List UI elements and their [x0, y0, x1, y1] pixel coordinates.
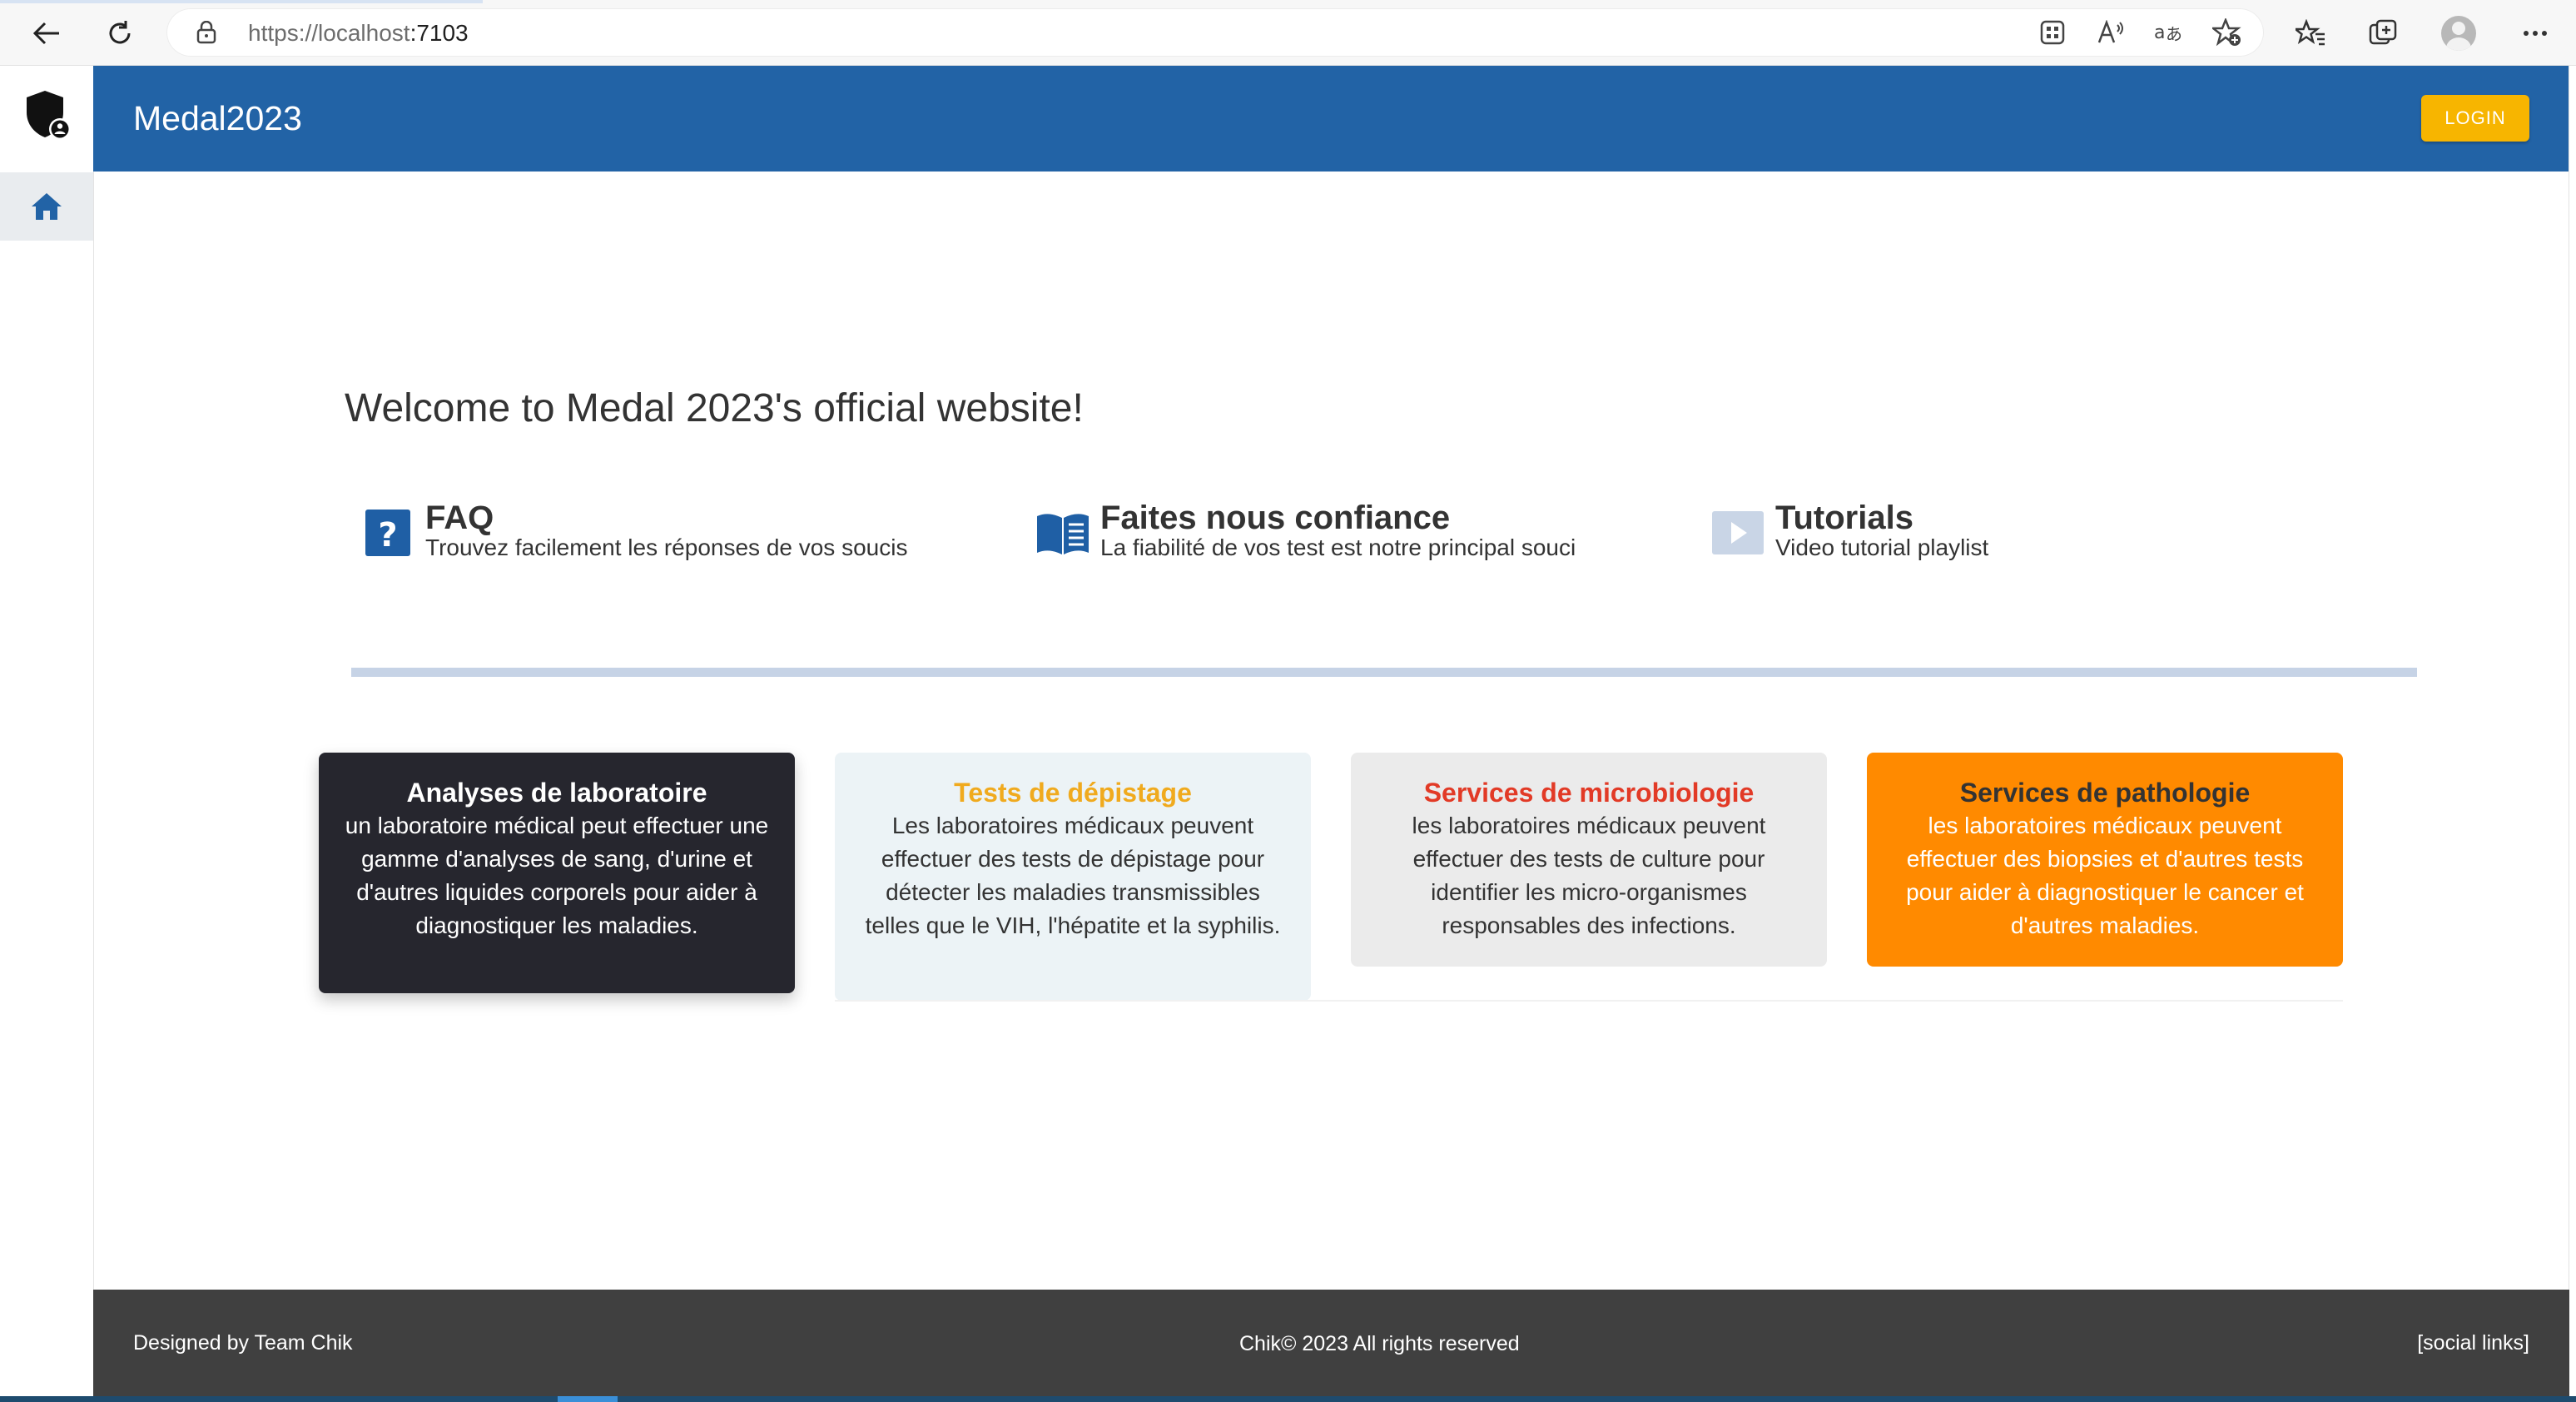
translate-button[interactable]: aあ	[2147, 11, 2191, 54]
question-icon: ?	[365, 510, 410, 556]
add-favorite-button[interactable]	[2206, 11, 2249, 54]
cards-divider	[835, 1000, 2343, 1002]
svg-text:?: ?	[378, 516, 397, 554]
taskbar-strip	[0, 1396, 2576, 1402]
app-header: Medal2023 LOGIN	[93, 66, 2569, 172]
section-divider	[351, 668, 2417, 677]
card-text: les laboratoires médicaux peuvent effect…	[1906, 813, 2304, 938]
more-dots-icon	[2524, 31, 2547, 36]
service-card-screening[interactable]: Tests de dépistage Les laboratoires médi…	[835, 753, 1311, 1001]
card-text: un laboratoire médical peut effectuer un…	[345, 813, 769, 938]
url-port: :7103	[409, 20, 469, 46]
welcome-heading: Welcome to Medal 2023's official website…	[345, 386, 1084, 430]
app-title[interactable]: Medal2023	[133, 99, 302, 138]
svg-text:a: a	[2154, 22, 2165, 43]
feature-text: Trouvez facilement les réponses de vos s…	[425, 534, 908, 560]
card-title: Tests de dépistage	[954, 778, 1192, 808]
profile-button[interactable]	[2437, 12, 2480, 55]
open-book-icon	[1037, 514, 1089, 554]
feature-text: La fiabilité de vos test est notre princ…	[1100, 534, 1576, 560]
app-logo[interactable]	[23, 89, 72, 145]
sidebar-item-home[interactable]	[0, 172, 93, 241]
shield-user-icon	[27, 91, 71, 140]
taskbar-active-indicator	[558, 1396, 618, 1402]
tab-indicator	[0, 0, 483, 3]
translate-icon: aあ	[2154, 22, 2182, 44]
card-title: Services de pathologie	[1959, 778, 2251, 808]
apps-grid-icon	[2040, 20, 2065, 45]
card-text: Les laboratoires médicaux peuvent effect…	[865, 813, 1281, 938]
card-title: Analyses de laboratoire	[406, 778, 707, 808]
favorites-button[interactable]	[2289, 12, 2332, 55]
service-card-laboratory[interactable]: Analyses de laboratoire un laboratoire m…	[319, 753, 795, 993]
more-menu-button[interactable]	[2514, 12, 2557, 55]
feature-title: FAQ	[425, 500, 494, 536]
svg-text:あ: あ	[2166, 24, 2182, 44]
home-icon	[32, 193, 62, 220]
feature-title: Faites nous confiance	[1100, 500, 1451, 536]
reload-icon	[109, 21, 131, 44]
collections-button[interactable]	[2362, 12, 2405, 55]
service-card-microbiology[interactable]: Services de microbiologie les laboratoir…	[1351, 753, 1827, 967]
lock-icon	[196, 21, 216, 44]
card-title: Services de microbiologie	[1423, 778, 1755, 808]
read-aloud-button[interactable]	[2089, 11, 2132, 54]
sidebar	[0, 66, 94, 1402]
back-arrow-icon	[32, 22, 59, 45]
footer-social-links[interactable]: [social links]	[2417, 1331, 2529, 1355]
footer-credit: Designed by Team Chik	[133, 1331, 353, 1355]
play-video-icon	[1712, 511, 1764, 554]
feature-text: Video tutorial playlist	[1775, 534, 1989, 560]
read-aloud-icon	[2097, 20, 2123, 43]
address-bar[interactable]: https://localhost:7103 aあ	[166, 8, 2264, 57]
avatar	[2441, 16, 2476, 51]
url-host: https://localhost	[248, 20, 410, 46]
collections-icon	[2369, 19, 2397, 45]
app-available-button[interactable]	[2031, 11, 2074, 54]
service-card-pathology[interactable]: Services de pathologie les laboratoires …	[1867, 753, 2343, 967]
back-button[interactable]	[25, 12, 68, 55]
reload-button[interactable]	[98, 12, 141, 55]
card-text: les laboratoires médicaux peuvent effect…	[1412, 813, 1766, 938]
footer-copyright: Chik© 2023 All rights reserved	[1239, 1332, 1520, 1355]
feature-title: Tutorials	[1775, 500, 1913, 536]
scrollbar-track	[2569, 66, 2576, 1402]
footer: Designed by Team Chik Chik© 2023 All rig…	[93, 1290, 2569, 1396]
browser-toolbar: https://localhost:7103 aあ	[0, 0, 2576, 66]
star-add-icon	[2212, 18, 2241, 47]
favorites-icon	[2296, 19, 2325, 46]
url-text: https://localhost:7103	[248, 20, 469, 47]
login-button[interactable]: LOGIN	[2421, 95, 2529, 142]
